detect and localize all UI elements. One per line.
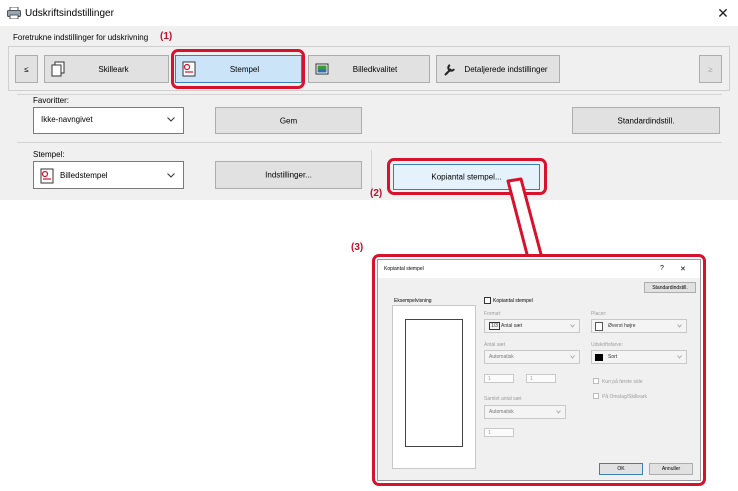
callout-3: (3) — [351, 242, 364, 253]
print-preferences-dialog: Udskriftsindstillinger ✕ Foretrukne inds… — [0, 0, 738, 200]
printer-icon — [7, 7, 21, 19]
on-cover-label: På Omslag/Skilleark — [602, 394, 648, 400]
tab-billedkvalitet[interactable]: Billedkvalitet — [308, 55, 430, 83]
format-dropdown[interactable]: 1/3 Antal sæt — [484, 319, 580, 333]
stamp-label: Stempel: — [33, 150, 65, 159]
sets-label: Antal sæt — [484, 342, 506, 348]
preview-label: Eksempelvisning — [394, 298, 432, 304]
dialog-close-button[interactable]: ✕ — [680, 265, 686, 273]
tabs-group-label: Foretrukne indstillinger for udskrivning — [13, 33, 149, 42]
window-title: Udskriftsindstillinger — [25, 8, 114, 19]
save-button[interactable]: Gem — [215, 107, 362, 134]
sets-field-1[interactable]: 1 — [484, 374, 514, 383]
close-button[interactable]: ✕ — [712, 3, 734, 23]
callout-2: (2) — [370, 188, 383, 199]
title-bar: Udskriftsindstillinger ✕ — [0, 0, 738, 26]
preview-page — [405, 319, 463, 447]
copy-stamp-checkbox[interactable] — [484, 297, 491, 304]
chevron-down-icon — [556, 410, 561, 414]
color-swatch — [595, 354, 603, 361]
separator — [17, 94, 722, 95]
tab-next-button[interactable]: ≥ — [699, 55, 722, 83]
position-dropdown[interactable]: Øverst højre — [591, 319, 687, 333]
sets-field-2[interactable]: 1 — [526, 374, 556, 383]
format-label: Format: — [484, 311, 502, 317]
stamp-icon — [40, 168, 54, 184]
chevron-down-icon — [570, 324, 575, 328]
tab-detaljerede-indstillinger[interactable]: Detaljerede indstillinger — [436, 55, 560, 83]
position-label: Placer: — [591, 311, 607, 317]
dialog-title: Kopiantal stempel — [384, 266, 424, 272]
cancel-button[interactable]: Annuller — [649, 463, 693, 475]
chevron-down-icon — [677, 355, 682, 359]
tab-strip: ≤ Skilleark Stempel Billedkvalitet Detal… — [8, 46, 730, 91]
tab-skilleark[interactable]: Skilleark — [44, 55, 169, 83]
chevron-down-icon — [167, 173, 175, 178]
total-sets-label: Samlet antal sæt — [484, 396, 522, 402]
stamp-settings-button[interactable]: Indstillinger... — [215, 161, 362, 189]
print-color-dropdown[interactable]: Sort — [591, 350, 687, 364]
dialog-default-button[interactable]: Standardindstill. — [644, 282, 696, 293]
favorites-label: Favoritter: — [33, 96, 70, 105]
total-sets-field[interactable]: 1 — [484, 428, 514, 437]
sets-dropdown[interactable]: Automatisk — [484, 350, 580, 364]
highlight-stempel-tab — [171, 49, 305, 89]
chevron-down-icon — [167, 117, 175, 122]
callout-1: (1) — [160, 31, 173, 42]
copy-stamp-checkbox-label: Kopiantal stempel — [493, 298, 533, 304]
on-cover-checkbox[interactable] — [593, 393, 599, 399]
preview-panel — [392, 305, 476, 469]
favorites-dropdown[interactable]: Ikke-navngivet — [33, 107, 184, 134]
print-color-label: Udskriftsfarve: — [591, 342, 623, 348]
chevron-down-icon — [570, 355, 575, 359]
ok-button[interactable]: OK — [599, 463, 643, 475]
copy-stamp-dialog: Kopiantal stempel ? ✕ Standardindstill. … — [377, 259, 701, 481]
first-page-only-label: Kun på første side — [602, 379, 643, 385]
highlight-copy-stamp-button — [387, 158, 547, 195]
chevron-down-icon — [677, 324, 682, 328]
tab-prev-button[interactable]: ≤ — [15, 55, 38, 83]
help-button[interactable]: ? — [660, 265, 664, 272]
total-sets-dropdown[interactable]: Automatisk — [484, 405, 566, 419]
dialog-title-bar: Kopiantal stempel ? ✕ — [378, 260, 700, 278]
separator — [17, 142, 722, 143]
first-page-only-checkbox[interactable] — [593, 378, 599, 384]
stamp-dropdown[interactable]: Billedstempel — [33, 161, 184, 189]
page-position-icon — [595, 322, 603, 331]
default-settings-button[interactable]: Standardindstill. — [572, 107, 720, 134]
